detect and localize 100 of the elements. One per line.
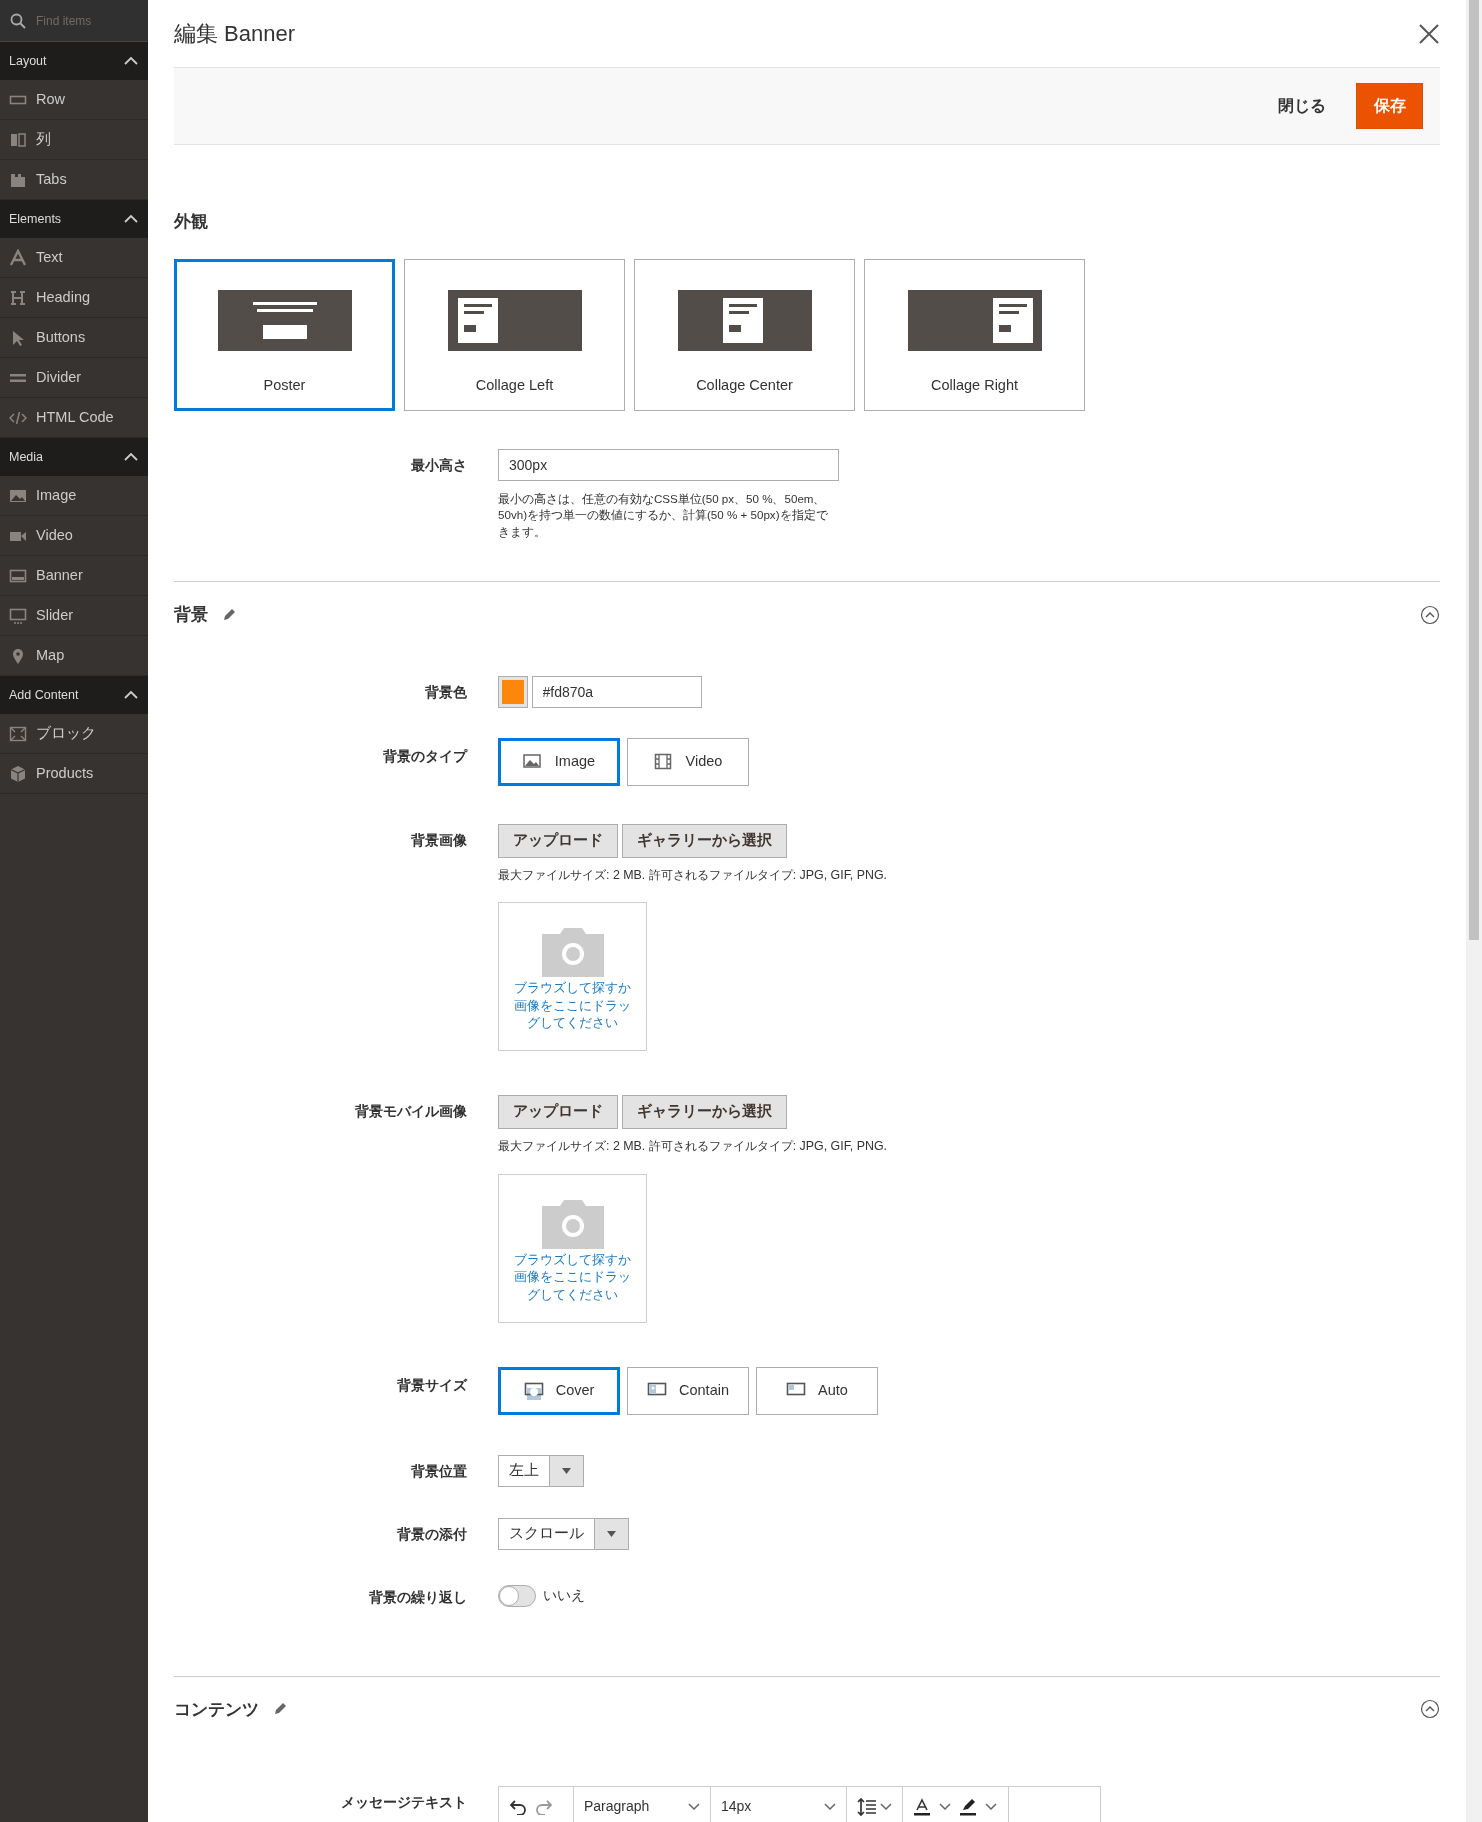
block-icon bbox=[9, 724, 27, 743]
collapse-icon[interactable] bbox=[1420, 1699, 1440, 1720]
drop-zone-text: ブラウズして探すか画像をここにドラッグしてください bbox=[513, 979, 632, 1032]
chevron-down-icon[interactable] bbox=[939, 1803, 951, 1811]
sidebar-item[interactable]: Image bbox=[0, 476, 148, 516]
slider-icon bbox=[9, 606, 27, 625]
layout-option[interactable]: Collage Right bbox=[864, 258, 1085, 411]
rich-text-editor[interactable]: Paragraph 14px bbox=[498, 1786, 1101, 1822]
text-color-icon[interactable] bbox=[913, 1797, 931, 1816]
chevron-down-icon[interactable] bbox=[880, 1803, 892, 1811]
upload-button[interactable]: ギャラリーから選択 bbox=[621, 823, 787, 858]
pencil-icon[interactable] bbox=[273, 1702, 287, 1717]
help-text: 最小の高さは、任意の有効なCSS単位(50 px、50 %、50em、50vh)を持つ単一の数値にするか、計算(50 % + 50px)を指定できます。 bbox=[498, 490, 829, 540]
field-label: 背景位置 bbox=[410, 1461, 467, 1481]
option-button[interactable]: Image bbox=[498, 737, 620, 786]
sidebar-item[interactable]: Heading bbox=[0, 278, 148, 318]
color-field[interactable]: #fd870a bbox=[531, 675, 702, 708]
layout-thumbnail-icon bbox=[217, 289, 352, 351]
film-icon bbox=[653, 752, 674, 771]
field-label: 背景サイズ bbox=[396, 1375, 467, 1395]
scrollbar[interactable] bbox=[1466, 0, 1482, 1822]
sidebar-item[interactable]: Banner bbox=[0, 556, 148, 596]
option-button[interactable]: Contain bbox=[627, 1366, 749, 1415]
sidebar-item[interactable]: Divider bbox=[0, 358, 148, 398]
group-title: Elements bbox=[9, 210, 62, 228]
modal-title: 編集 Banner bbox=[174, 20, 296, 48]
camera-icon bbox=[541, 1198, 604, 1249]
pencil-icon[interactable] bbox=[222, 607, 236, 622]
sidebar-item[interactable]: Video bbox=[0, 516, 148, 556]
section-heading: 背景 bbox=[174, 604, 208, 626]
layout-thumbnail-icon bbox=[677, 289, 812, 351]
min-height-field[interactable]: 300px bbox=[498, 448, 839, 481]
field-label: 背景モバイル画像 bbox=[354, 1102, 467, 1122]
group-title: Layout bbox=[9, 52, 47, 70]
caret-icon bbox=[562, 1467, 571, 1474]
color-swatch[interactable] bbox=[498, 675, 528, 708]
field-label: 背景画像 bbox=[410, 830, 467, 850]
chevron-down-icon bbox=[824, 1803, 836, 1811]
camera-icon bbox=[541, 927, 604, 978]
upload-button[interactable]: ギャラリーから選択 bbox=[621, 1095, 787, 1130]
sidebar-item[interactable]: Slider bbox=[0, 596, 148, 636]
letter-icon bbox=[9, 248, 27, 267]
option-button[interactable]: Auto bbox=[756, 1366, 878, 1415]
option-button[interactable]: Video bbox=[627, 737, 749, 786]
group-header[interactable]: Media bbox=[0, 438, 148, 476]
sidebar-item[interactable]: ブロック bbox=[0, 714, 148, 754]
select-field[interactable]: 左上 bbox=[498, 1454, 584, 1487]
file-size-note: 最大ファイルサイズ: 2 MB. 許可されるファイルタイプ: JPG, GIF, PNG. bbox=[498, 1138, 887, 1156]
select-field[interactable]: スクロール bbox=[498, 1517, 629, 1550]
line-height-icon[interactable] bbox=[857, 1797, 877, 1816]
layout-option[interactable]: Poster bbox=[174, 258, 395, 411]
layout-thumbnail-icon bbox=[447, 289, 582, 351]
drop-zone-text: ブラウズして探すか画像をここにドラッグしてください bbox=[513, 1250, 632, 1304]
font-size-dropdown[interactable]: 14px bbox=[711, 1787, 847, 1822]
sidebar-item[interactable]: Products bbox=[0, 754, 148, 794]
group-header[interactable]: Layout bbox=[0, 42, 148, 80]
field-label: 背景色 bbox=[424, 682, 467, 702]
group-title: Add Content bbox=[9, 686, 79, 704]
chevron-down-icon bbox=[688, 1803, 700, 1811]
group-title: Media bbox=[9, 448, 44, 466]
drop-zone[interactable]: ブラウズして探すか画像をここにドラッグしてください bbox=[498, 902, 647, 1052]
search-field[interactable]: Find items bbox=[34, 10, 134, 31]
section-heading: 外観 bbox=[174, 211, 209, 233]
field-label: メッセージテキスト bbox=[340, 1793, 467, 1813]
file-size-note: 最大ファイルサイズ: 2 MB. 許可されるファイルタイプ: JPG, GIF, PNG. bbox=[498, 866, 887, 884]
layout-option[interactable]: Collage Center bbox=[634, 258, 855, 411]
heading-icon bbox=[9, 288, 27, 307]
toggle-text: いいえ bbox=[543, 1586, 585, 1606]
close-icon[interactable] bbox=[1418, 22, 1440, 45]
layout-option[interactable]: Collage Left bbox=[404, 258, 625, 411]
upload-button[interactable]: アップロード bbox=[498, 823, 618, 858]
caret-icon bbox=[607, 1530, 616, 1537]
box-icon bbox=[9, 764, 27, 783]
group-header[interactable]: Add Content bbox=[0, 676, 148, 714]
sidebar-item[interactable]: 列 bbox=[0, 120, 148, 160]
sidebar-item[interactable]: Buttons bbox=[0, 318, 148, 358]
chevron-down-icon[interactable] bbox=[985, 1803, 997, 1811]
field-label: 背景のタイプ bbox=[382, 746, 467, 766]
image-icon bbox=[522, 752, 543, 771]
toggle-switch[interactable] bbox=[498, 1584, 536, 1607]
redo-icon[interactable] bbox=[535, 1798, 553, 1815]
option-button[interactable]: Cover bbox=[498, 1366, 620, 1415]
save-button[interactable]: 保存 bbox=[1356, 83, 1423, 129]
drop-zone[interactable]: ブラウズして探すか画像をここにドラッグしてください bbox=[498, 1173, 647, 1323]
layout-thumbnail-icon bbox=[907, 289, 1042, 351]
close-button[interactable]: 閉じる bbox=[1278, 94, 1326, 118]
sidebar-item[interactable]: Text bbox=[0, 238, 148, 278]
highlighter-icon[interactable] bbox=[959, 1797, 977, 1816]
section-heading: コンテンツ bbox=[174, 1698, 259, 1721]
group-header[interactable]: Elements bbox=[0, 200, 148, 238]
upload-button[interactable]: アップロード bbox=[498, 1095, 618, 1130]
field-label: 背景の添付 bbox=[396, 1524, 467, 1544]
columns-icon bbox=[9, 130, 27, 149]
cover-icon bbox=[523, 1381, 544, 1400]
field-label: 最小高さ bbox=[410, 455, 467, 475]
sidebar-item[interactable]: Row bbox=[0, 80, 148, 120]
undo-icon[interactable] bbox=[509, 1798, 527, 1815]
search-field[interactable]: Find items bbox=[0, 0, 148, 42]
collapse-icon[interactable] bbox=[1420, 604, 1440, 625]
format-dropdown[interactable]: Paragraph bbox=[574, 1787, 711, 1822]
